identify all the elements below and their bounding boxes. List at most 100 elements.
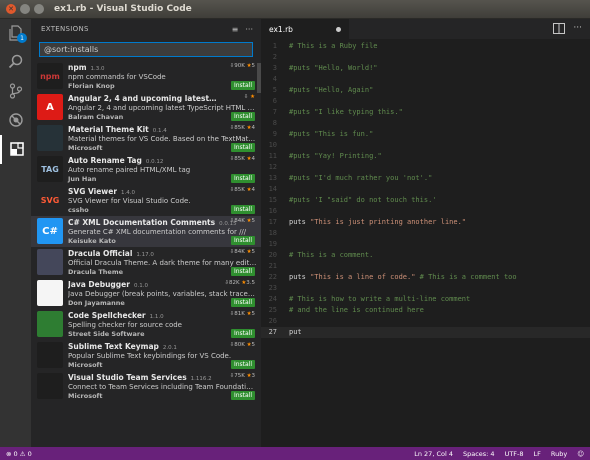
extension-item[interactable]: A Angular 2, 4 and upcoming latest TypeS… bbox=[31, 92, 261, 123]
extension-item[interactable]: Code Spellchecker 1.1.0 ⇩81K ★5 Spelling… bbox=[31, 309, 261, 340]
code-line[interactable]: 8 bbox=[261, 118, 590, 129]
code-line[interactable]: 16 bbox=[261, 206, 590, 217]
code-line[interactable]: 25 # and the line is continued here bbox=[261, 305, 590, 316]
extension-description: Generate C# XML documentation comments f… bbox=[68, 228, 247, 236]
code-line[interactable]: 9 #puts "This is fun." bbox=[261, 129, 590, 140]
rating-value: 4 bbox=[251, 125, 256, 131]
line-number: 7 bbox=[272, 108, 277, 116]
code-line[interactable]: 1 # This is a Ruby file bbox=[261, 41, 590, 52]
line-ending[interactable]: LF bbox=[534, 450, 541, 458]
code-line[interactable]: 12 bbox=[261, 162, 590, 173]
extension-item[interactable]: Sublime Text Keymap 2.0.1 ⇩80K ★5 Popula… bbox=[31, 340, 261, 371]
scm-activity[interactable] bbox=[0, 77, 31, 106]
line-number: 9 bbox=[272, 130, 277, 138]
search-activity[interactable] bbox=[0, 48, 31, 77]
line-number: 5 bbox=[272, 86, 277, 94]
extension-item[interactable]: SVG SVG Viewer 1.4.0 ⇩85K ★4 SVG Viewer … bbox=[31, 185, 261, 216]
code-line[interactable]: 3 #puts "Hello, World!" bbox=[261, 63, 590, 74]
line-number: 22 bbox=[268, 273, 277, 281]
extension-author: Jun Han bbox=[68, 175, 97, 183]
line-number: 16 bbox=[268, 207, 277, 215]
minimize-window-button[interactable] bbox=[20, 4, 30, 14]
code-line[interactable]: 20 # This is a comment. bbox=[261, 250, 590, 261]
code-line[interactable]: 11 #puts "Yay! Printing." bbox=[261, 151, 590, 162]
code-line[interactable]: 17 puts "This is just printing another li… bbox=[261, 217, 590, 228]
extension-stats: ⇩81K ★5 bbox=[230, 311, 255, 317]
extension-item[interactable]: Java Debugger 0.1.0 ⇩82K ★3.5 Java Debug… bbox=[31, 278, 261, 309]
tab-ex1-rb[interactable]: ex1.rb bbox=[261, 19, 349, 39]
install-button[interactable]: Install bbox=[230, 329, 255, 338]
install-button[interactable]: Install bbox=[230, 205, 255, 214]
rating-value: 5 bbox=[251, 311, 256, 317]
code-line[interactable]: 24 # This is how to write a multi-line co… bbox=[261, 294, 590, 305]
maximize-window-button[interactable] bbox=[34, 4, 44, 14]
more-icon[interactable]: ··· bbox=[573, 23, 582, 37]
close-window-button[interactable]: ✕ bbox=[6, 4, 16, 14]
more-actions-icon[interactable]: ··· bbox=[245, 25, 253, 34]
code-editor[interactable]: 1 # This is a Ruby file 2 3 #puts "Hello, Wo… bbox=[261, 39, 590, 338]
line-number: 19 bbox=[268, 240, 277, 248]
install-button[interactable]: Install bbox=[230, 360, 255, 369]
install-button[interactable]: Install bbox=[230, 174, 255, 183]
extension-item[interactable]: Dracula Official 1.17.0 ⇩84K ★5 Official… bbox=[31, 247, 261, 278]
code-comment: # This is a comment. bbox=[289, 251, 374, 259]
code-line[interactable]: 4 bbox=[261, 74, 590, 85]
extension-item[interactable]: C# C# XML Documentation Comments 0.0.15 … bbox=[31, 216, 261, 247]
extensions-activity[interactable] bbox=[0, 135, 31, 164]
download-count: 84K bbox=[234, 218, 245, 224]
code-line[interactable]: 22 puts "This is a line of code." # This … bbox=[261, 272, 590, 283]
code-line[interactable]: 7 #puts "I like typing this." bbox=[261, 107, 590, 118]
code-line[interactable]: 15 #puts 'I "said" do not touch this.' bbox=[261, 195, 590, 206]
code-comment: #puts "Hello, Again" bbox=[289, 86, 374, 94]
code-line[interactable]: 13 #puts "I'd much rather you 'not'." bbox=[261, 173, 590, 184]
code-line[interactable]: 18 bbox=[261, 228, 590, 239]
language-mode[interactable]: Ruby bbox=[551, 450, 567, 458]
star-icon: ★ bbox=[250, 94, 255, 100]
extension-version: 0.1.4 bbox=[152, 128, 167, 134]
extension-logo-icon bbox=[37, 280, 63, 306]
explorer-activity[interactable]: 1 bbox=[0, 19, 31, 48]
encoding[interactable]: UTF-8 bbox=[505, 450, 524, 458]
filter-icon[interactable]: ≡ bbox=[232, 25, 239, 34]
line-number: 23 bbox=[268, 284, 277, 292]
install-button[interactable]: Install bbox=[230, 236, 255, 245]
unsaved-dot-icon[interactable] bbox=[336, 26, 341, 32]
code-line[interactable]: 14 bbox=[261, 184, 590, 195]
cursor-position[interactable]: Ln 27, Col 4 bbox=[414, 450, 453, 458]
code-line[interactable]: 6 bbox=[261, 96, 590, 107]
debug-activity[interactable] bbox=[0, 106, 31, 135]
install-button[interactable]: Install bbox=[230, 391, 255, 400]
extension-item[interactable]: Visual Studio Team Services 1.116.2 ⇩75K… bbox=[31, 371, 261, 402]
code-line[interactable]: 5 #puts "Hello, Again" bbox=[261, 85, 590, 96]
rating-value: 4 bbox=[251, 156, 256, 162]
extension-name: C# XML Documentation Comments bbox=[68, 218, 216, 227]
window-title: ex1.rb - Visual Studio Code bbox=[54, 4, 192, 14]
extension-name: Material Theme Kit bbox=[68, 125, 149, 134]
code-line[interactable]: 27 put bbox=[261, 327, 590, 338]
indentation[interactable]: Spaces: 4 bbox=[463, 450, 495, 458]
problems-indicator[interactable]: ⊗ 0 ⚠ 0 bbox=[6, 450, 32, 458]
sidebar-title: EXTENSIONS bbox=[41, 25, 89, 33]
error-icon: ⊗ bbox=[6, 449, 12, 458]
install-button[interactable]: Install bbox=[230, 112, 255, 121]
code-line[interactable]: 19 bbox=[261, 239, 590, 250]
code-line[interactable]: 23 bbox=[261, 283, 590, 294]
line-number: 10 bbox=[268, 141, 277, 149]
code-line[interactable]: 10 bbox=[261, 140, 590, 151]
split-editor-icon[interactable] bbox=[553, 23, 566, 37]
code-line[interactable]: 2 bbox=[261, 52, 590, 63]
editor-tabs: ex1.rb bbox=[261, 19, 590, 39]
extensions-search-input[interactable]: @sort:installs bbox=[39, 42, 253, 57]
extension-item[interactable]: Material Theme Kit 0.1.4 ⇩85K ★4 Materia… bbox=[31, 123, 261, 154]
install-button[interactable]: Install bbox=[230, 81, 255, 90]
install-button[interactable]: Install bbox=[230, 267, 255, 276]
code-line[interactable]: 21 bbox=[261, 261, 590, 272]
smiley-icon[interactable]: ☺ bbox=[577, 450, 584, 458]
install-button[interactable]: Install bbox=[230, 298, 255, 307]
install-button[interactable]: Install bbox=[230, 143, 255, 152]
extension-description: Spelling checker for source code bbox=[68, 321, 182, 329]
extension-logo-icon bbox=[37, 311, 63, 337]
code-line[interactable]: 26 bbox=[261, 316, 590, 327]
extension-item[interactable]: npm npm 1.3.0 ⇩90K ★5 npm commands for V… bbox=[31, 61, 261, 92]
extension-item[interactable]: TAG Auto Rename Tag 0.0.12 ⇩85K ★4 Auto … bbox=[31, 154, 261, 185]
